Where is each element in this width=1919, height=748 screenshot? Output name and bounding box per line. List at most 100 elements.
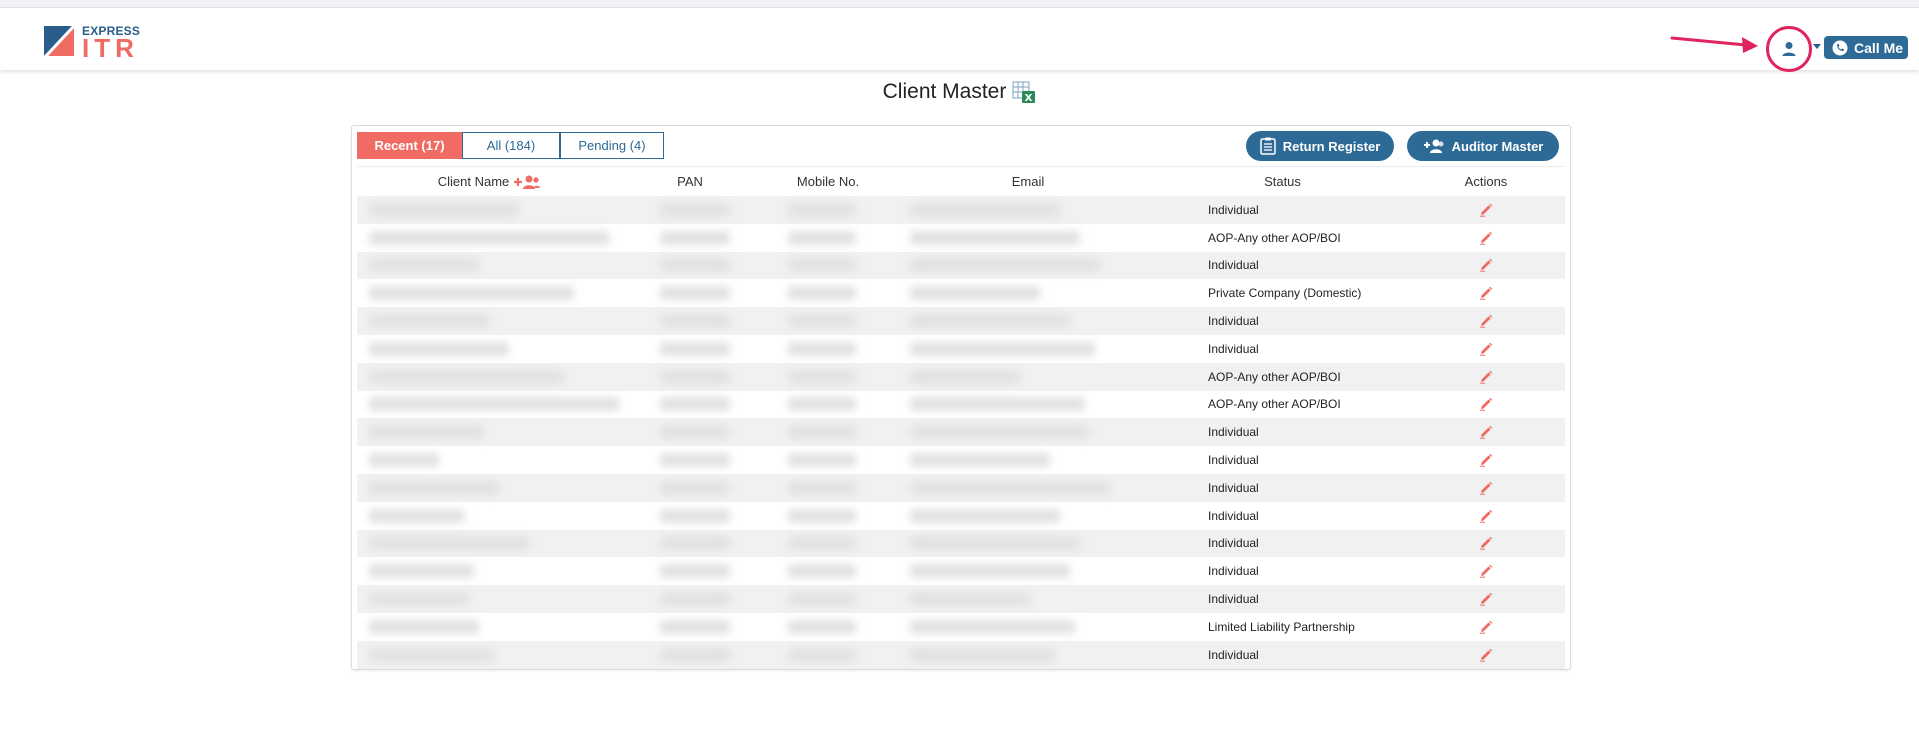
client-name-cell[interactable]	[357, 224, 622, 252]
mobile-cell	[758, 446, 898, 474]
chevron-down-icon[interactable]	[1813, 44, 1821, 49]
table-row[interactable]: AOP-Any other AOP/BOI	[357, 223, 1565, 252]
tab-pending[interactable]: Pending (4)	[560, 132, 664, 159]
client-name-cell[interactable]	[357, 641, 622, 669]
redacted-mobile	[788, 369, 856, 384]
client-name-cell[interactable]	[357, 502, 622, 530]
pan-cell	[622, 252, 758, 280]
table-row[interactable]: Individual	[357, 196, 1565, 224]
client-name-cell[interactable]	[357, 474, 622, 502]
client-name-cell[interactable]	[357, 613, 622, 641]
add-client-icon[interactable]	[513, 174, 541, 190]
tab-all[interactable]: All (184)	[462, 132, 560, 159]
table-row[interactable]: Individual	[357, 585, 1565, 613]
pencil-icon[interactable]	[1479, 481, 1493, 495]
table-row[interactable]: AOP-Any other AOP/BOI	[357, 390, 1565, 419]
pencil-icon[interactable]	[1479, 231, 1493, 245]
pencil-icon[interactable]	[1479, 509, 1493, 523]
mobile-cell	[758, 613, 898, 641]
pan-cell	[622, 641, 758, 669]
annotation-arrow-icon	[1670, 36, 1758, 53]
email-cell	[898, 335, 1158, 363]
table-row[interactable]: Individual	[357, 501, 1565, 530]
pencil-icon[interactable]	[1479, 564, 1493, 578]
redacted-mobile	[788, 453, 856, 468]
client-name-cell[interactable]	[357, 446, 622, 474]
pan-cell	[622, 557, 758, 585]
actions-cell	[1407, 279, 1565, 307]
pencil-icon[interactable]	[1479, 620, 1493, 634]
return-register-button[interactable]: Return Register	[1246, 131, 1394, 161]
pencil-icon[interactable]	[1479, 314, 1493, 328]
column-header-client-name[interactable]: Client Name	[357, 174, 622, 190]
mobile-cell	[758, 307, 898, 335]
pan-cell	[622, 363, 758, 391]
actions-cell	[1407, 391, 1565, 419]
client-name-cell[interactable]	[357, 391, 622, 419]
table-row[interactable]: Individual	[357, 557, 1565, 586]
client-name-cell[interactable]	[357, 418, 622, 446]
status-cell: Private Company (Domestic)	[1208, 286, 1362, 301]
pencil-icon[interactable]	[1479, 592, 1493, 606]
email-cell	[898, 474, 1158, 502]
pencil-icon[interactable]	[1479, 536, 1493, 551]
status-cell: Individual	[1208, 202, 1259, 217]
column-header-mobile[interactable]: Mobile No.	[758, 174, 898, 189]
table-row[interactable]: Limited Liability Partnership	[357, 612, 1565, 641]
column-header-pan[interactable]: PAN	[622, 174, 758, 189]
client-name-cell[interactable]	[357, 279, 622, 307]
pencil-icon[interactable]	[1479, 342, 1493, 356]
redacted-pan	[660, 258, 730, 273]
pencil-icon[interactable]	[1479, 286, 1493, 300]
email-cell	[898, 307, 1158, 335]
client-name-cell[interactable]	[357, 557, 622, 585]
pan-cell	[622, 613, 758, 641]
table-row[interactable]: Individual	[357, 529, 1565, 558]
client-name-cell[interactable]	[357, 252, 622, 280]
status-cell: AOP-Any other AOP/BOI	[1208, 369, 1341, 384]
pencil-icon[interactable]	[1479, 203, 1493, 217]
actions-cell	[1407, 224, 1565, 252]
table-row[interactable]: Individual	[357, 334, 1565, 363]
auditor-master-button[interactable]: Auditor Master	[1407, 131, 1559, 161]
mobile-cell	[758, 224, 898, 252]
redacted-email	[910, 258, 1100, 273]
call-me-button[interactable]: Call Me	[1824, 36, 1908, 59]
pencil-icon[interactable]	[1479, 397, 1493, 412]
redacted-pan	[660, 341, 730, 356]
client-name-cell[interactable]	[357, 196, 622, 224]
pencil-icon[interactable]	[1479, 425, 1493, 439]
redacted-email	[910, 536, 1080, 551]
logo-mark-icon	[44, 26, 74, 56]
redacted-mobile	[788, 258, 856, 273]
pencil-icon[interactable]	[1479, 370, 1493, 384]
table-row[interactable]: Private Company (Domestic)	[357, 279, 1565, 308]
redacted-client-name	[369, 453, 439, 468]
column-header-status[interactable]: Status	[1158, 174, 1407, 189]
redacted-client-name	[369, 286, 574, 301]
table-row[interactable]: Individual	[357, 251, 1565, 280]
pan-cell	[622, 196, 758, 224]
table-row[interactable]: Individual	[357, 307, 1565, 335]
excel-export-icon[interactable]: X	[1012, 80, 1036, 104]
table-row[interactable]: Individual	[357, 473, 1565, 502]
redacted-pan	[660, 619, 730, 634]
user-icon	[1782, 42, 1796, 56]
client-name-cell[interactable]	[357, 530, 622, 558]
user-menu-button[interactable]	[1766, 26, 1812, 72]
client-name-cell[interactable]	[357, 335, 622, 363]
table-row[interactable]: Individual	[357, 640, 1565, 669]
table-row[interactable]: Individual	[357, 446, 1565, 474]
redacted-pan	[660, 286, 730, 301]
column-header-email[interactable]: Email	[898, 174, 1158, 189]
pencil-icon[interactable]	[1479, 258, 1493, 273]
table-row[interactable]: AOP-Any other AOP/BOI	[357, 362, 1565, 391]
table-row[interactable]: Individual	[357, 418, 1565, 447]
pencil-icon[interactable]	[1479, 453, 1493, 467]
express-itr-logo[interactable]: EXPRESS ITR	[42, 22, 152, 62]
tab-recent[interactable]: Recent (17)	[357, 132, 462, 159]
client-name-cell[interactable]	[357, 585, 622, 613]
client-name-cell[interactable]	[357, 363, 622, 391]
pencil-icon[interactable]	[1479, 648, 1493, 662]
client-name-cell[interactable]	[357, 307, 622, 335]
